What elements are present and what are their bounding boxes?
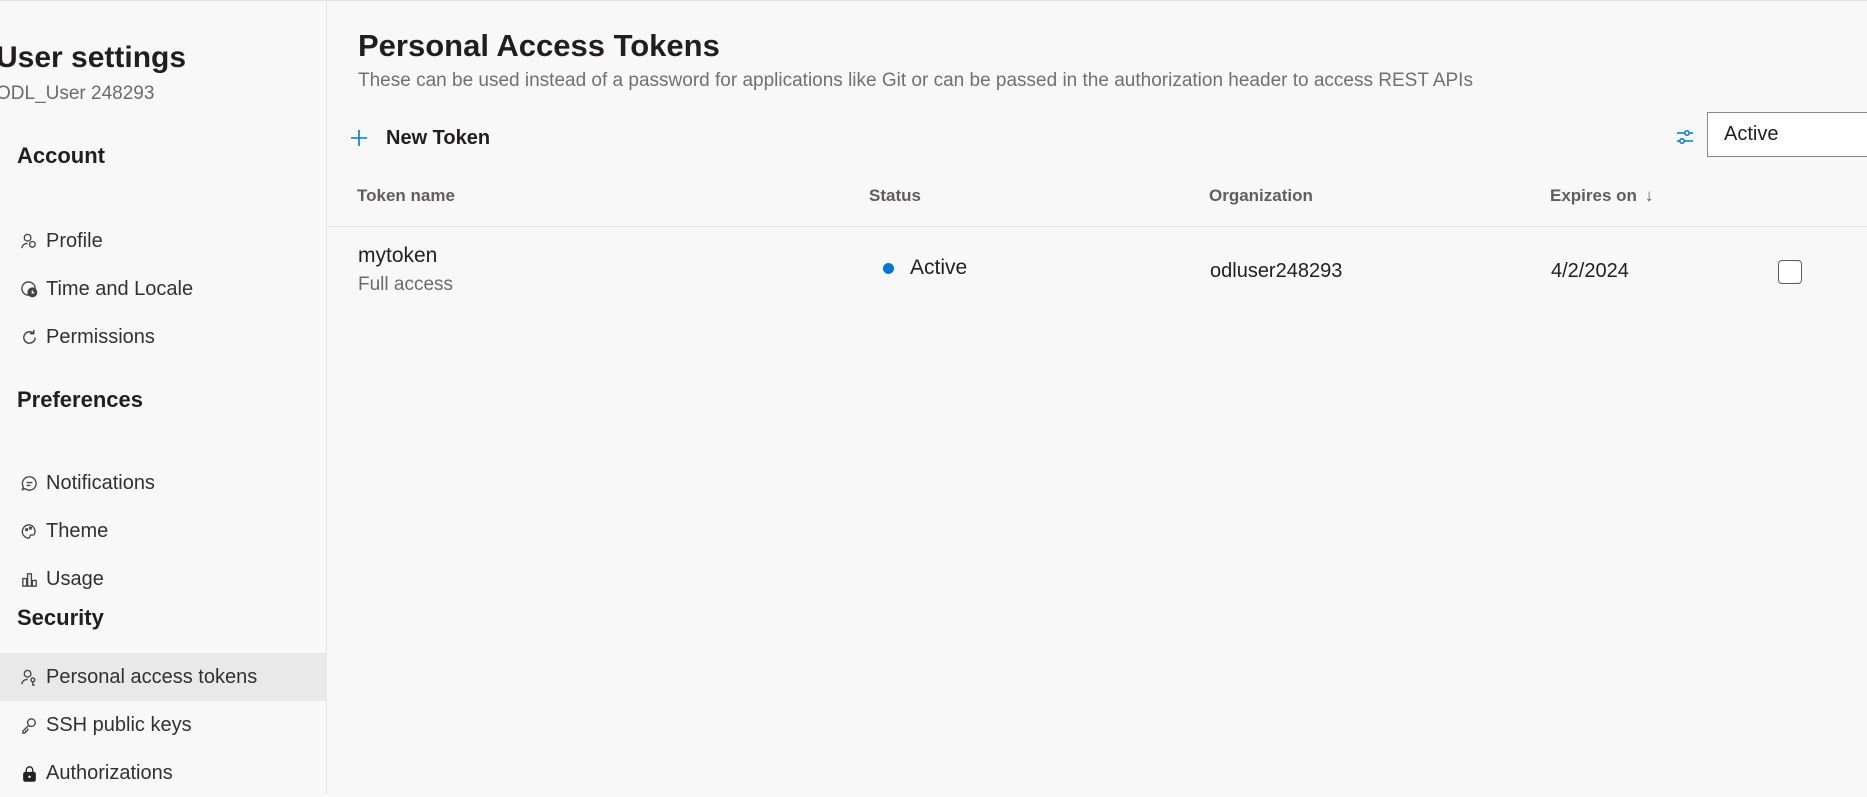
column-header-organization[interactable]: Organization [1209,186,1313,206]
new-token-button[interactable]: New Token [348,120,490,156]
sidebar-item-authorizations[interactable]: Authorizations [0,749,327,797]
globe-clock-icon [18,278,40,300]
column-header-expires-on[interactable]: Expires on ↓ [1550,186,1653,206]
table-header: Token name Status Organization Expires o… [328,174,1867,227]
status-filter-value: Active [1724,123,1779,145]
refresh-icon [18,326,40,348]
sidebar-item-usage[interactable]: Usage [0,555,327,603]
palette-icon [18,520,40,542]
column-header-status[interactable]: Status [869,186,921,206]
page-description: These can be used instead of a password … [358,70,1473,91]
sidebar-item-label: Notifications [46,471,155,494]
token-expiry: 4/2/2024 [1551,260,1629,282]
filter-icon[interactable] [1674,126,1696,148]
plus-icon [348,127,370,149]
profile-icon [18,230,40,252]
column-header-label: Expires on [1550,186,1637,205]
chart-icon [18,568,40,590]
sidebar-username: ODL_User 248293 [0,83,155,104]
status-dot-icon [883,262,894,274]
token-organization: odluser248293 [1210,260,1343,282]
sidebar-item-time-and-locale[interactable]: Time and Locale [0,265,327,313]
section-heading-account: Account [17,143,105,168]
page-title: Personal Access Tokens [358,28,720,63]
section-heading-preferences: Preferences [17,387,143,412]
sidebar: User settings ODL_User 248293 Account Pr… [0,1,327,793]
sidebar-item-label: Time and Locale [46,277,194,300]
sidebar-item-notifications[interactable]: Notifications [0,459,327,507]
token-status: Active [883,256,967,280]
column-header-token-name[interactable]: Token name [357,186,455,206]
sidebar-item-permissions[interactable]: Permissions [0,313,327,361]
row-select-checkbox[interactable] [1778,260,1802,284]
token-scope: Full access [358,274,454,295]
chat-icon [18,472,40,494]
new-token-label: New Token [386,126,491,149]
sidebar-item-label: Permissions [46,325,155,348]
lock-icon [18,762,40,784]
person-key-icon [18,666,40,688]
sidebar-item-personal-access-tokens[interactable]: Personal access tokens [0,653,327,701]
sidebar-item-ssh-public-keys[interactable]: SSH public keys [0,701,327,749]
sidebar-item-label: SSH public keys [46,713,192,736]
status-label: Active [910,256,968,279]
main-content: Personal Access Tokens These can be used… [328,0,1867,793]
token-name[interactable]: mytoken [358,244,437,268]
sidebar-item-label: Profile [46,229,103,252]
sort-descending-icon: ↓ [1644,186,1654,205]
sidebar-item-label: Usage [46,567,104,590]
sidebar-item-theme[interactable]: Theme [0,507,327,555]
sidebar-item-label: Authorizations [46,761,173,784]
sidebar-title: User settings [0,41,187,74]
table-row[interactable]: mytoken Full access Active odluser248293… [328,228,1867,318]
sidebar-item-label: Theme [46,519,109,542]
key-icon [18,714,40,736]
section-heading-security: Security [17,605,104,630]
sidebar-item-label: Personal access tokens [46,665,258,688]
status-filter-dropdown[interactable]: Active [1707,112,1867,157]
sidebar-item-profile[interactable]: Profile [0,217,327,265]
